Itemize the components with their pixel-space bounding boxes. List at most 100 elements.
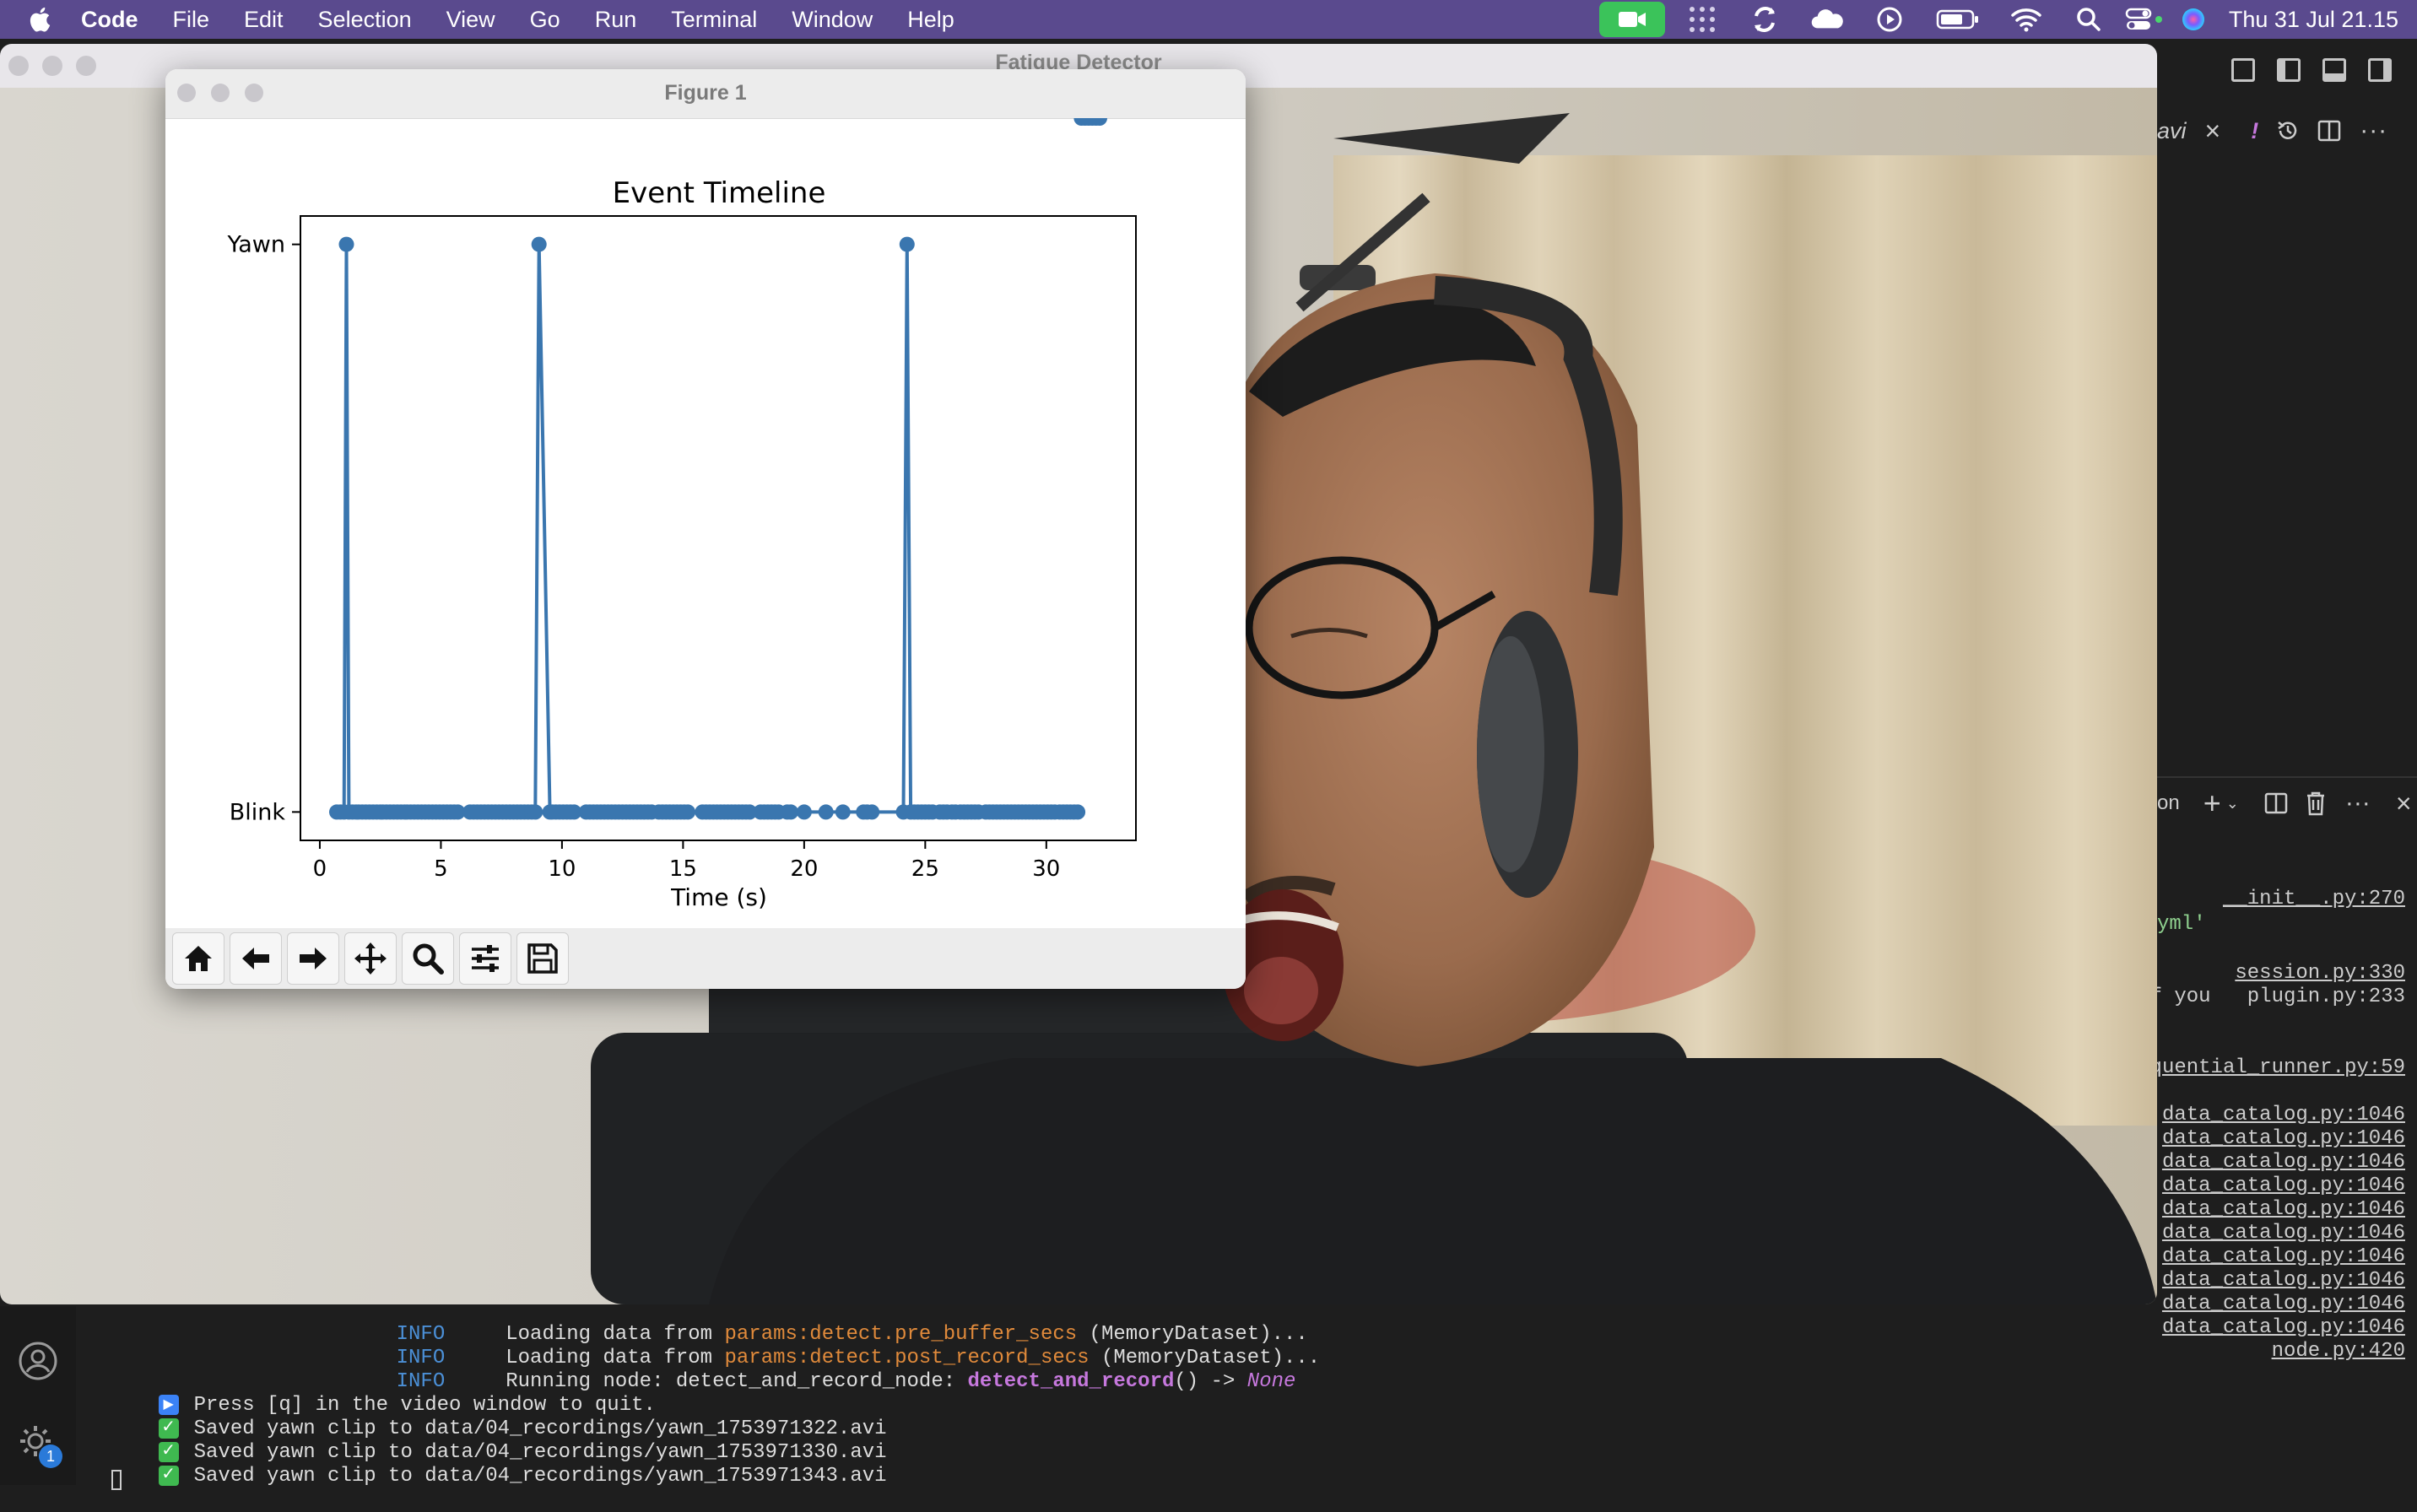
data-point xyxy=(1070,804,1086,820)
menu-terminal[interactable]: Terminal xyxy=(671,7,757,33)
menu-file[interactable]: File xyxy=(173,7,210,33)
log-fragment: yml' xyxy=(2157,913,2206,936)
y-tick-label: Yawn xyxy=(226,232,285,258)
log-source-link[interactable]: node.py:420 xyxy=(2272,1340,2405,1363)
chart-title: Event Timeline xyxy=(613,176,826,210)
menu-run[interactable]: Run xyxy=(595,7,637,33)
log-source-link[interactable]: data_catalog.py:1046 xyxy=(2162,1245,2405,1268)
data-point xyxy=(783,804,799,820)
x-tick-label: 20 xyxy=(790,856,818,882)
menu-selection[interactable]: Selection xyxy=(318,7,412,33)
spotlight-search-icon[interactable] xyxy=(2072,3,2106,36)
figure-window-titlebar[interactable]: Figure 1 xyxy=(165,69,1246,119)
plot-frame xyxy=(300,215,1137,841)
log-source-link[interactable]: data_catalog.py:1046 xyxy=(2162,1104,2405,1126)
figure-window[interactable]: Figure 1 Event Timeline 0 5 10 15 20 25 30 Blin… xyxy=(165,69,1246,989)
app-grid-icon[interactable] xyxy=(1685,3,1719,36)
siri-icon[interactable] xyxy=(2176,3,2210,36)
log-source-link[interactable]: data_catalog.py:1046 xyxy=(2162,1222,2405,1245)
close-panel-icon[interactable]: × xyxy=(2396,788,2412,819)
forward-button[interactable] xyxy=(287,932,339,985)
menu-app-name[interactable]: Code xyxy=(81,7,138,33)
log-source-link[interactable]: __init__.py:270 xyxy=(2223,888,2405,910)
terminal-line: ▶ Press [q] in the video window to quit. xyxy=(110,1370,656,1417)
terminal-line: ✓ Saved yawn clip to data/04_recordings/y… xyxy=(110,1394,887,1440)
log-source-link[interactable]: session.py:330 xyxy=(2235,962,2405,985)
chevron-down-icon[interactable]: ⌄ xyxy=(2226,795,2239,813)
pan-button[interactable] xyxy=(344,932,397,985)
terminal-panel-header: on + ⌄ ··· × xyxy=(2157,776,2417,829)
move-arrows-icon xyxy=(354,942,387,975)
notification-badge: 1 xyxy=(39,1444,62,1468)
floppy-disk-icon xyxy=(527,943,558,974)
toggle-secondary-sidebar-icon[interactable] xyxy=(2368,58,2392,82)
log-source-link[interactable]: data_catalog.py:1046 xyxy=(2162,1174,2405,1197)
terminal-cursor[interactable] xyxy=(111,1470,122,1490)
camera-in-use-icon[interactable] xyxy=(1598,2,1665,37)
toggle-panel-icon[interactable] xyxy=(2322,58,2346,82)
log-source-link[interactable]: data_catalog.py:1046 xyxy=(2162,1127,2405,1150)
terminal-output: INFO Loading data from params:detect.pre… xyxy=(76,1299,2157,1490)
vscode-layout-toolbar xyxy=(2157,54,2417,86)
arrow-left-icon xyxy=(242,948,269,969)
menubar-clock[interactable]: Thu 31 Jul 21.15 xyxy=(2229,7,2398,33)
log-source-link[interactable]: data_catalog.py:1046 xyxy=(2162,1151,2405,1174)
kill-terminal-icon[interactable] xyxy=(2305,791,2327,816)
terminal-line: INFO Running node: detect_and_record_nod… xyxy=(396,1370,1296,1393)
wifi-icon[interactable] xyxy=(2009,3,2043,36)
back-button[interactable] xyxy=(230,932,282,985)
accounts-icon[interactable] xyxy=(17,1340,59,1382)
battery-icon[interactable] xyxy=(1935,3,1981,36)
data-point xyxy=(338,236,354,252)
log-source-link[interactable]: data_catalog.py:1046 xyxy=(2162,1316,2405,1339)
log-source-link[interactable]: quential_runner.py:59 xyxy=(2150,1056,2405,1079)
terminal-line: ✓ Saved yawn clip to data/04_recordings/y… xyxy=(110,1441,887,1488)
log-source-link[interactable]: data_catalog.py:1046 xyxy=(2162,1198,2405,1221)
menu-help[interactable]: Help xyxy=(907,7,954,33)
macos-menubar: Code File Edit Selection View Go Run Ter… xyxy=(0,0,2417,39)
control-center-icon[interactable] xyxy=(2124,3,2165,36)
new-terminal-icon[interactable]: + xyxy=(2203,786,2221,821)
close-tab-icon[interactable]: × xyxy=(2205,116,2221,147)
toggle-primary-sidebar-icon[interactable] xyxy=(2277,58,2301,82)
data-point xyxy=(899,236,915,252)
menu-edit[interactable]: Edit xyxy=(244,7,284,33)
x-tick-label: 25 xyxy=(911,856,939,882)
cloud-icon[interactable] xyxy=(1810,3,1844,36)
editor-tab-label: avi xyxy=(2157,117,2187,143)
home-icon xyxy=(185,946,212,971)
terminal-tab-label[interactable]: on xyxy=(2157,791,2180,815)
menu-view[interactable]: View xyxy=(446,7,495,33)
x-tick-label: 30 xyxy=(1032,856,1060,882)
configure-subplots-button[interactable] xyxy=(459,932,511,985)
arrow-right-icon xyxy=(300,948,327,969)
terminal-more-icon[interactable]: ··· xyxy=(2345,789,2371,818)
warning-icon[interactable]: ! xyxy=(2251,118,2258,144)
apple-logo-icon[interactable] xyxy=(27,5,56,34)
x-tick-label: 10 xyxy=(548,856,576,882)
timeline-history-icon[interactable] xyxy=(2275,118,2301,143)
x-tick-label: 5 xyxy=(434,856,448,882)
customize-layout-icon[interactable] xyxy=(2231,58,2255,82)
y-tick-label: Blink xyxy=(230,799,286,825)
event-timeline-chart: Event Timeline 0 5 10 15 20 25 30 Blink Yawn Tim… xyxy=(165,111,1246,928)
sync-icon[interactable] xyxy=(1748,3,1782,36)
terminal-line: ✓ Saved yawn clip to data/04_recordings/y… xyxy=(110,1418,887,1464)
x-axis-label: Time (s) xyxy=(670,883,767,911)
play-circle-icon[interactable] xyxy=(1873,3,1906,36)
data-point xyxy=(527,804,543,820)
menu-window[interactable]: Window xyxy=(792,7,873,33)
sliders-icon xyxy=(472,945,499,972)
save-figure-button[interactable] xyxy=(516,932,569,985)
editor-tab[interactable]: avi × ! ··· xyxy=(2157,98,2417,164)
log-source-link[interactable]: data_catalog.py:1046 xyxy=(2162,1293,2405,1315)
more-actions-icon[interactable]: ··· xyxy=(2360,116,2387,145)
log-source-link[interactable]: data_catalog.py:1046 xyxy=(2162,1269,2405,1292)
split-editor-icon[interactable] xyxy=(2317,119,2341,143)
magnifier-icon xyxy=(413,943,444,975)
split-terminal-icon[interactable] xyxy=(2264,791,2288,815)
home-button[interactable] xyxy=(172,932,224,985)
menu-go[interactable]: Go xyxy=(530,7,560,33)
zoom-button[interactable] xyxy=(402,932,454,985)
log-source-link[interactable]: f you plugin.py:233 xyxy=(2150,986,2405,1008)
